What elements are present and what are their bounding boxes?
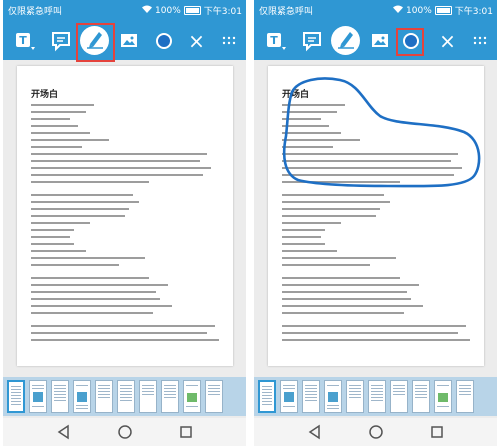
close-button[interactable]: × bbox=[434, 27, 461, 54]
clock: 下午3:01 bbox=[203, 7, 242, 17]
selection-highlight bbox=[396, 28, 424, 56]
recents-button[interactable] bbox=[428, 423, 446, 441]
thumbnail-page-2[interactable] bbox=[280, 380, 298, 413]
thumbnail-page-7[interactable] bbox=[139, 380, 157, 413]
thumbnail-page-8[interactable] bbox=[161, 380, 179, 413]
clock: 下午3:01 bbox=[454, 7, 493, 17]
thumbnail-page-5[interactable] bbox=[346, 380, 364, 413]
thumbnail-page-10[interactable] bbox=[205, 380, 223, 413]
home-button[interactable] bbox=[116, 423, 134, 441]
wifi-icon bbox=[393, 5, 404, 16]
battery-percent: 100% bbox=[406, 5, 432, 16]
thumbnail-page-9[interactable] bbox=[434, 380, 452, 413]
carrier-text: 仅限紧急呼叫 bbox=[8, 7, 63, 17]
pen-icon bbox=[335, 28, 357, 54]
recents-button[interactable] bbox=[177, 423, 195, 441]
status-bar: 仅限紧急呼叫 100% 下午3:01 bbox=[254, 0, 497, 21]
image-tool-button[interactable] bbox=[115, 27, 142, 54]
thumbnail-page-1[interactable] bbox=[7, 380, 25, 413]
pen-tool-button[interactable] bbox=[331, 26, 360, 55]
more-menu-button[interactable] bbox=[215, 27, 242, 54]
battery-icon bbox=[183, 6, 201, 15]
battery-icon bbox=[434, 6, 452, 15]
image-tool-button[interactable] bbox=[366, 27, 393, 54]
document-title: 开场白 bbox=[31, 90, 59, 100]
page-thumbnails bbox=[254, 377, 497, 416]
thumbnail-page-7[interactable] bbox=[390, 380, 408, 413]
thumbnail-page-5[interactable] bbox=[95, 380, 113, 413]
thumbnail-page-9[interactable] bbox=[183, 380, 201, 413]
thumbnail-page-6[interactable] bbox=[117, 380, 135, 413]
freehand-ink-stroke bbox=[282, 77, 481, 188]
comment-tool-button[interactable] bbox=[47, 27, 74, 54]
thumbnail-page-10[interactable] bbox=[456, 380, 474, 413]
system-nav-bar bbox=[254, 418, 497, 446]
text-tool-button[interactable]: T bbox=[11, 27, 38, 54]
thumbnail-page-3[interactable] bbox=[302, 380, 320, 413]
document-body bbox=[31, 104, 227, 346]
screen-right: 仅限紧急呼叫 100% 下午3:01 T × 开场白 bbox=[254, 0, 497, 446]
annotation-toolbar: T × bbox=[3, 21, 246, 62]
close-button[interactable]: × bbox=[183, 27, 210, 54]
text-tool-button[interactable]: T bbox=[262, 27, 289, 54]
document-page[interactable]: 开场白 bbox=[268, 66, 484, 366]
thumbnail-page-8[interactable] bbox=[412, 380, 430, 413]
comment-tool-button[interactable] bbox=[298, 27, 325, 54]
status-bar: 仅限紧急呼叫 100% 下午3:01 bbox=[3, 0, 246, 21]
back-button[interactable] bbox=[306, 423, 324, 441]
selection-highlight bbox=[76, 23, 115, 62]
wifi-icon bbox=[142, 5, 153, 16]
back-button[interactable] bbox=[55, 423, 73, 441]
carrier-text: 仅限紧急呼叫 bbox=[259, 7, 314, 17]
home-button[interactable] bbox=[367, 423, 385, 441]
page-thumbnails bbox=[3, 377, 246, 416]
thumbnail-page-4[interactable] bbox=[324, 380, 342, 413]
screen-left: 仅限紧急呼叫 100% 下午3:01 T × 开场白 bbox=[3, 0, 246, 446]
document-page[interactable]: 开场白 bbox=[17, 66, 233, 366]
svg-text:T: T bbox=[270, 34, 278, 47]
thumbnail-page-4[interactable] bbox=[73, 380, 91, 413]
battery-percent: 100% bbox=[155, 5, 181, 16]
thumbnail-page-1[interactable] bbox=[258, 380, 276, 413]
thumbnail-page-6[interactable] bbox=[368, 380, 386, 413]
color-picker-button[interactable] bbox=[150, 27, 177, 54]
system-nav-bar bbox=[3, 418, 246, 446]
annotation-toolbar: T × bbox=[254, 21, 497, 60]
more-menu-button[interactable] bbox=[466, 27, 493, 54]
svg-text:T: T bbox=[19, 34, 27, 47]
thumbnail-page-3[interactable] bbox=[51, 380, 69, 413]
thumbnail-page-2[interactable] bbox=[29, 380, 47, 413]
